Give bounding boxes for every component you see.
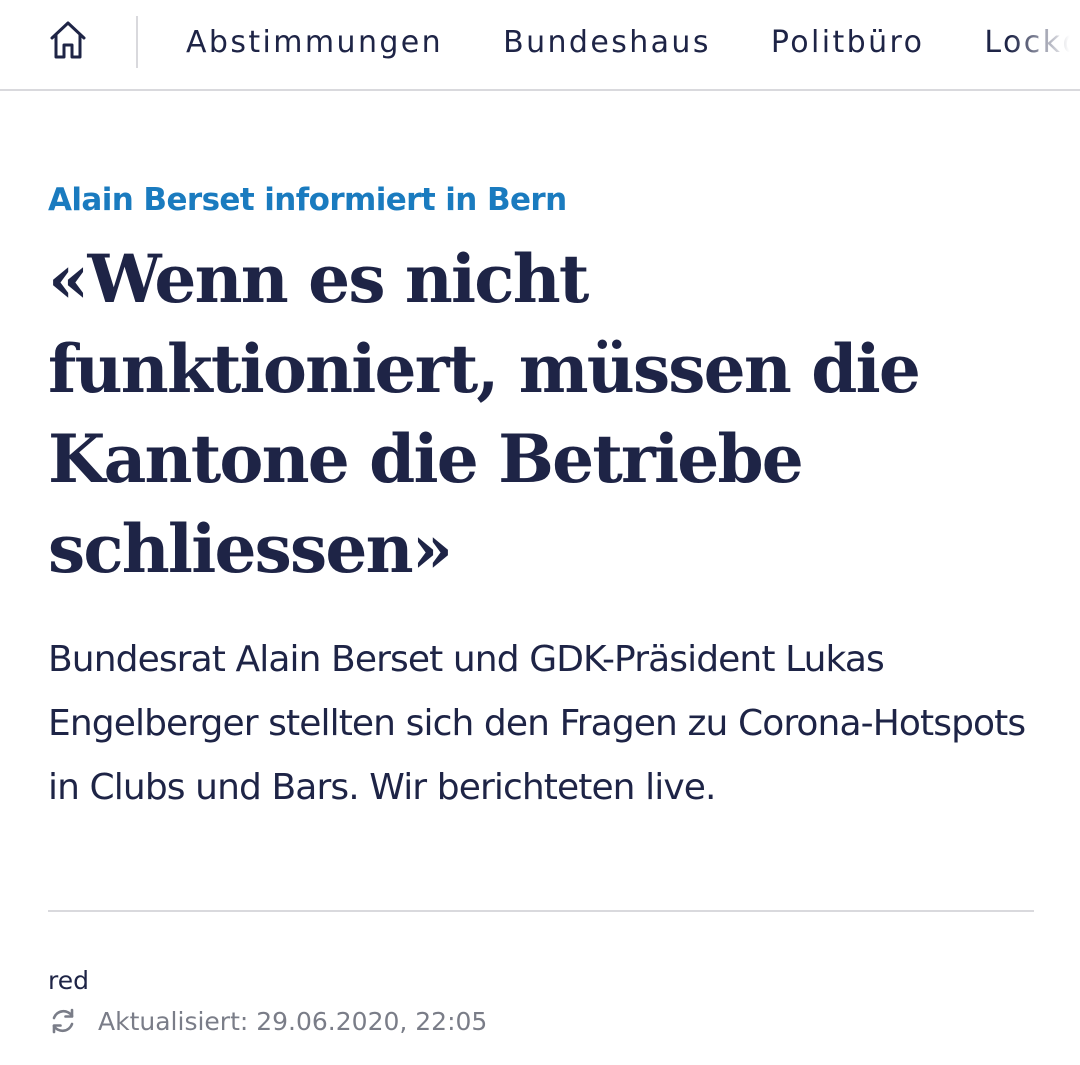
nav-item-politbuero[interactable]: Politbüro: [771, 28, 925, 58]
nav-item-lockdown[interactable]: Lockd: [984, 28, 1080, 58]
top-navigation: Abstimmungen Bundeshaus Politbüro Lockd: [0, 0, 1080, 91]
article-headline: «Wenn es nicht funktioniert, müssen die …: [48, 240, 921, 588]
nav-item-abstimmungen[interactable]: Abstimmungen: [186, 28, 443, 58]
updated-info: Aktualisiert: 29.06.2020, 22:05: [48, 1004, 487, 1038]
updated-timestamp: Aktualisiert: 29.06.2020, 22:05: [98, 1006, 488, 1036]
nav-menu: Abstimmungen Bundeshaus Politbüro Lockd: [186, 0, 1080, 86]
nav-divider: [136, 16, 138, 68]
home-icon: [50, 21, 86, 59]
home-button[interactable]: [44, 16, 92, 64]
author-name[interactable]: red: [48, 964, 89, 998]
refresh-icon: [48, 1006, 78, 1036]
article-kicker: Alain Berset informiert in Bern: [48, 182, 567, 218]
article-lead: Bundesrat Alain Berset und GDK-Präsident…: [48, 639, 1026, 808]
nav-item-bundeshaus[interactable]: Bundeshaus: [503, 28, 711, 58]
meta-divider: [48, 910, 1034, 912]
